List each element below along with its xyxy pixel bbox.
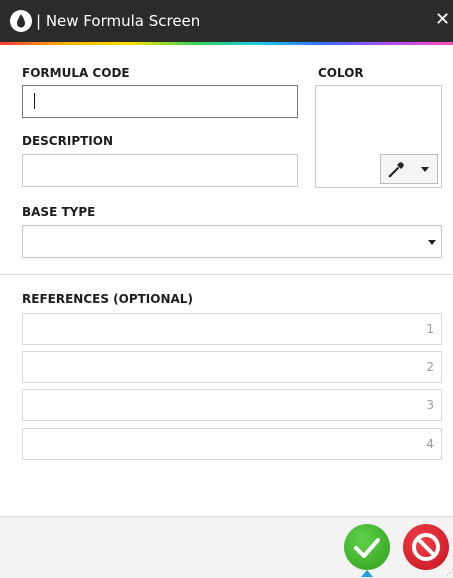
title-accent-bar [0,42,453,45]
cancel-button[interactable] [403,524,449,570]
reference-index: 4 [426,437,434,451]
base-type-select[interactable] [22,225,442,258]
focus-indicator [361,570,373,577]
water-drop-icon [10,10,32,32]
reference-field-1[interactable]: 1 [22,313,442,345]
section-divider [0,274,453,275]
footer-divider [0,516,453,517]
close-icon[interactable]: ✕ [432,8,453,32]
reference-index: 1 [426,322,434,336]
formula-code-input[interactable] [23,86,297,117]
reference-index: 2 [426,360,434,374]
window-title: | New Formula Screen [36,12,201,30]
description-input[interactable] [23,155,297,186]
eyedropper-icon [388,162,404,178]
references-label: REFERENCES (OPTIONAL) [22,292,193,306]
confirm-button[interactable] [344,524,390,570]
base-type-label: BASE TYPE [22,205,96,219]
reference-field-3[interactable]: 3 [22,389,442,421]
chevron-down-icon [428,240,436,245]
resize-grip-icon[interactable]: ⋰ [446,568,453,577]
color-picker-button[interactable] [380,154,438,184]
prohibited-icon [412,533,440,561]
text-caret [34,93,35,109]
chevron-down-icon [421,167,429,172]
description-label: DESCRIPTION [22,134,114,148]
color-label: COLOR [318,66,364,80]
reference-index: 3 [426,398,434,412]
description-field[interactable] [22,154,298,187]
reference-field-2[interactable]: 2 [22,351,442,383]
formula-code-label: FORMULA CODE [22,66,130,80]
checkmark-icon [354,538,380,558]
formula-code-field[interactable] [22,85,298,118]
title-bar: | New Formula Screen ✕ [0,0,453,42]
reference-field-4[interactable]: 4 [22,428,442,460]
